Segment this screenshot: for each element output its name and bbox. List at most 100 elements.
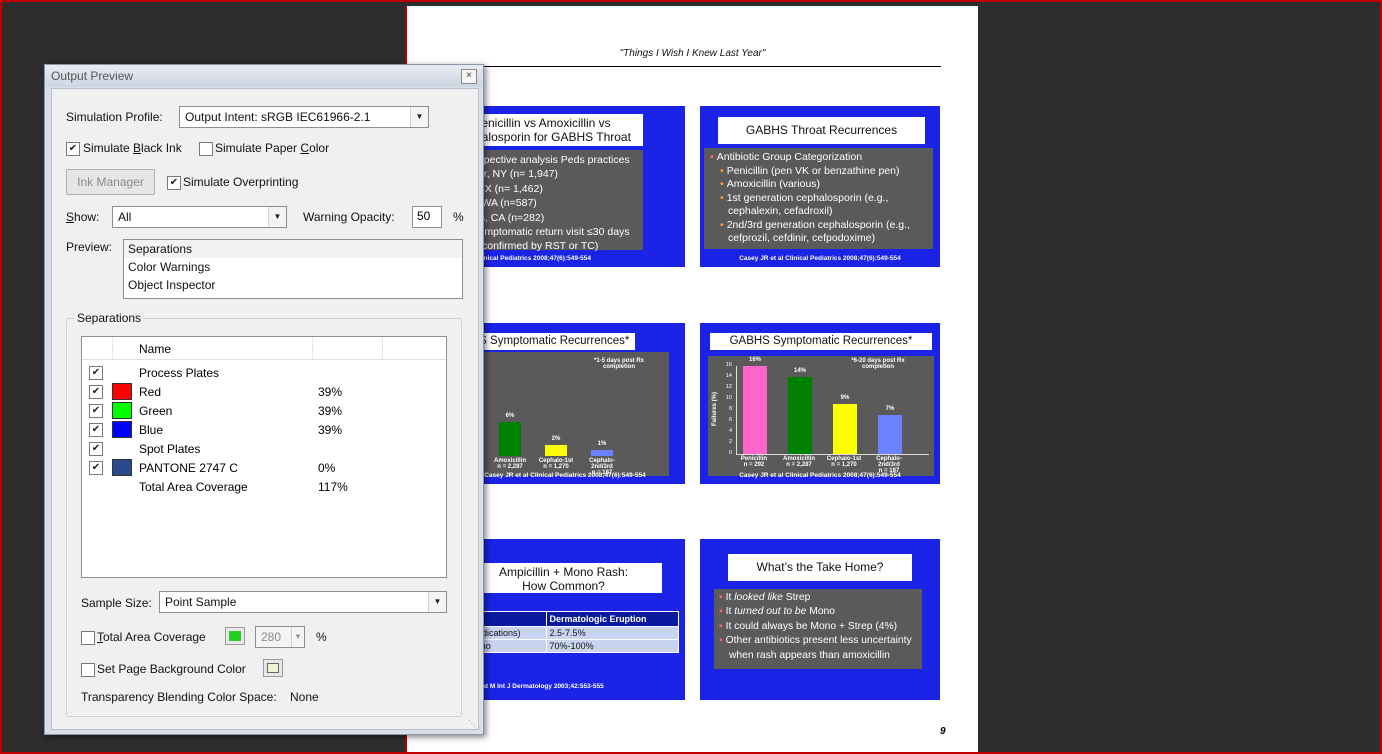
preview-listbox[interactable]: Separations Color Warnings Object Inspec… [123, 239, 463, 299]
label-mnemonic: B [133, 141, 142, 155]
separation-row[interactable]: Total Area Coverage 117% [82, 478, 446, 497]
separation-row[interactable]: ✔ Process Plates [82, 364, 446, 383]
sample-size-label: Sample Size: [81, 596, 152, 610]
category-label: Amoxicillin n = 2,287 [777, 456, 821, 468]
separation-row[interactable]: ✔ Blue 39% [82, 421, 446, 440]
simulation-profile-dropdown[interactable]: Output Intent: sRGB IEC61966-2.1 ▼ [179, 106, 429, 128]
page-bg-color-swatch[interactable] [263, 659, 283, 677]
label-text: Simulate [83, 141, 134, 155]
resize-grip-icon[interactable]: ⋱ [468, 719, 476, 728]
chart-bar [833, 404, 857, 454]
separations-group-label: Separations [74, 311, 145, 325]
preview-option-separations[interactable]: Separations [124, 240, 462, 258]
set-page-bg-label[interactable]: Set Page Background Color [97, 662, 246, 676]
separation-checkbox[interactable]: ✔ [89, 423, 103, 437]
bullet-icon: ▪ [710, 151, 714, 163]
bullet-icon: • [720, 164, 724, 177]
set-page-bg-checkbox[interactable] [81, 663, 95, 677]
category-n: n = 2,287 [497, 464, 523, 470]
dialog-titlebar[interactable]: Output Preview × [45, 65, 483, 87]
slide-text: It could always be Mono + Strep (4%) [725, 620, 898, 632]
slide-body: ▪ It looked like Strep ▪ It turned out to … [714, 589, 922, 669]
separations-list[interactable]: Name ✔ Process Plates ✔ Red 39% ✔ Green 39% ✔ Blu… [81, 336, 447, 578]
separation-checkbox[interactable]: ✔ [89, 385, 103, 399]
slide-bullet: ▪ Antibiotic Group Categorization [710, 151, 927, 165]
slide-text: Mono [806, 606, 836, 618]
chevron-down-icon: ▼ [291, 627, 304, 647]
simulate-paper-color-label[interactable]: Simulate Paper Color [215, 141, 329, 155]
separation-coverage: 0% [318, 461, 336, 475]
separation-coverage: 39% [318, 385, 343, 399]
separation-row[interactable]: ✔ PANTONE 2747 C 0% [82, 459, 446, 478]
show-dropdown[interactable]: All ▼ [112, 206, 287, 228]
close-icon[interactable]: × [461, 69, 477, 84]
dialog-title: Output Preview [51, 69, 134, 83]
separation-checkbox[interactable]: ✔ [89, 461, 103, 475]
dropdown-value: All [118, 210, 132, 224]
simulate-black-ink-checkbox[interactable]: ✔ [66, 142, 80, 156]
slide-bullet: ▪ Other antibiotics present less uncertai… [719, 634, 917, 648]
slide-line: 2nd/3rd generation cephalosporin (e.g., [726, 218, 910, 231]
slide-title: GABHS Symptomatic Recurrences* [710, 333, 932, 350]
simulate-black-ink-label[interactable]: Simulate Black Ink [83, 141, 182, 155]
preview-option-object-inspector[interactable]: Object Inspector [124, 276, 462, 294]
category-n: n = 1,270 [543, 464, 569, 470]
column-divider [112, 337, 113, 359]
slide-text-em: turned out to be [734, 606, 807, 618]
separation-checkbox[interactable]: ✔ [89, 404, 103, 418]
sample-size-dropdown[interactable]: Point Sample ▼ [159, 591, 447, 613]
separation-checkbox[interactable]: ✔ [89, 366, 103, 380]
category-label: Amoxicillin n = 2,287 [488, 458, 532, 470]
separation-coverage: 39% [318, 423, 343, 437]
y-tick-label: 12 [725, 384, 732, 390]
category-n: n = 1,270 [831, 462, 857, 468]
separation-coverage: 117% [318, 480, 348, 494]
warning-opacity-input[interactable]: 50 [412, 206, 442, 228]
output-preview-dialog: Output Preview × Simulation Profile: Out… [44, 64, 484, 735]
column-header-name[interactable]: Name [139, 342, 171, 356]
chart-plot-area: *6-20 days post Rx completion Failures (… [708, 356, 934, 476]
label-text: otal Area Coverage [103, 630, 206, 644]
slide-text: Strep [782, 592, 811, 603]
bar-value-label: 2% [551, 436, 561, 442]
dropdown-value: Output Intent: sRGB IEC61966-2.1 [185, 110, 371, 124]
category-name: Cephalo-2nd/3rd [589, 458, 615, 470]
slide-line: Penicillin (pen VK or benzathine pen) [726, 164, 900, 177]
slide-text: Other antibiotics present less uncertain… [725, 635, 912, 647]
total-area-coverage-label[interactable]: Total Area Coverage [97, 630, 206, 644]
label-text: how: [74, 210, 100, 224]
preview-option-color-warnings[interactable]: Color Warnings [124, 258, 462, 276]
slide-subbullet: • 1st generation cephalosporin (e.g., [710, 192, 927, 206]
slide-recurrences-chart-2: GABHS Symptomatic Recurrences* *6-20 day… [700, 323, 940, 484]
simulate-overprinting-checkbox[interactable]: ✔ [167, 176, 181, 190]
dropdown-value: Point Sample [165, 595, 237, 609]
simulate-paper-color-checkbox[interactable] [199, 142, 213, 156]
dialog-client: Simulation Profile: Output Intent: sRGB … [51, 88, 479, 730]
separation-swatch [112, 402, 132, 419]
chart-bar [743, 366, 767, 454]
bar-value-label: 6% [505, 413, 515, 419]
label-text: lack Ink [141, 141, 182, 155]
total-area-color-swatch[interactable] [225, 627, 245, 645]
total-area-coverage-checkbox[interactable] [81, 631, 95, 645]
bullet-icon: ▪ [719, 620, 723, 632]
y-tick-label: 14 [725, 373, 732, 379]
separation-row[interactable]: ✔ Spot Plates [82, 440, 446, 459]
ink-manager-button[interactable]: Ink Manager [66, 169, 155, 195]
total-area-value-dropdown[interactable]: 280 ▼ [255, 626, 305, 648]
transparency-value: None [290, 690, 319, 704]
separation-row[interactable]: ✔ Green 39% [82, 402, 446, 421]
separation-checkbox[interactable]: ✔ [89, 442, 103, 456]
chart-bar [878, 415, 902, 454]
category-n: n = 2,287 [786, 462, 812, 468]
category-label: Penicillinn = 292 [732, 456, 776, 468]
chart-bar [591, 450, 613, 456]
table-cell: 70%-100% [545, 639, 680, 653]
separation-name: Green [139, 404, 173, 418]
separation-row[interactable]: ✔ Red 39% [82, 383, 446, 402]
warning-opacity-unit: % [453, 210, 464, 224]
simulate-overprinting-label[interactable]: Simulate Overprinting [183, 175, 298, 189]
slide-line: cephalexin, cefadroxil) [728, 205, 833, 217]
slide-line: cefprozil, cefdinir, cefpodoxime) [728, 232, 876, 244]
column-divider [382, 337, 383, 359]
